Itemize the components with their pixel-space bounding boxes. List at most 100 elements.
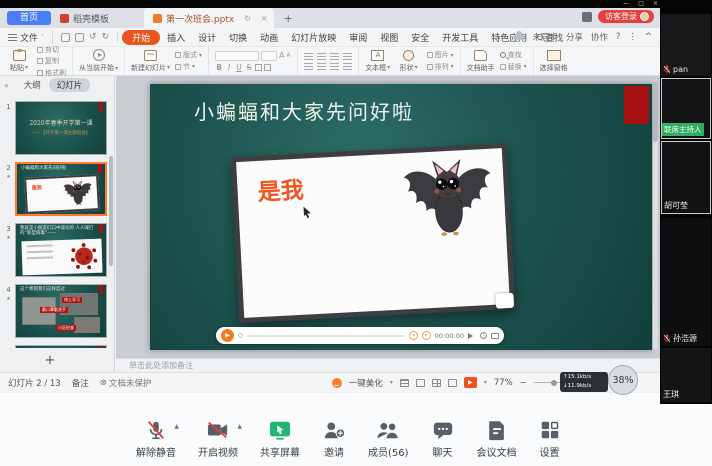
tab-close-icon[interactable]: × — [261, 14, 268, 23]
underline-button[interactable]: U — [235, 63, 243, 72]
video-tile-cohost[interactable]: 联席主持人 — [661, 78, 711, 139]
normal-view-icon[interactable] — [400, 379, 409, 387]
editor-scrollbar[interactable] — [653, 82, 658, 350]
strikethrough-button[interactable]: S — [245, 63, 253, 72]
notes-bar[interactable]: 单击此处添加备注 — [116, 358, 660, 372]
align-center-icon[interactable] — [317, 63, 326, 70]
replace-button[interactable]: 替换▾ — [500, 62, 527, 72]
tab-home[interactable]: 开始 — [122, 30, 160, 45]
tab-animation[interactable]: 动画 — [254, 30, 284, 45]
video-tile-sunhaoyuan[interactable]: 孙浩源 — [661, 218, 711, 346]
chat-button[interactable]: 聊天 — [431, 419, 455, 466]
beautify-button[interactable]: 一键美化 — [349, 377, 383, 389]
font-decrease-button[interactable]: A — [287, 52, 291, 59]
settings-button[interactable]: 设置 — [539, 419, 561, 466]
align-right-icon[interactable] — [330, 63, 339, 70]
slides-tab[interactable]: 幻灯片 — [49, 78, 91, 92]
layout-button[interactable]: 版式▾ — [175, 50, 202, 60]
arrange-button[interactable]: 排列▾ — [427, 62, 454, 72]
align-left-icon[interactable] — [304, 63, 313, 70]
bold-button[interactable]: B — [215, 63, 223, 72]
undo-icon[interactable]: ↺ — [89, 32, 97, 42]
outline-tab[interactable]: 大纲 — [24, 79, 41, 91]
doc-assistant-button[interactable]: 文档助手 — [467, 50, 495, 73]
wps-home-button[interactable]: 首页 — [7, 11, 51, 25]
sync-status[interactable]: 未同步 — [532, 31, 558, 43]
share-button[interactable]: 分享 — [566, 31, 583, 43]
media-player-bar[interactable]: ▶ ◂ ▸ 00:00:00 — [216, 327, 504, 344]
more-button[interactable]: ⋮ — [628, 32, 637, 42]
new-slide-button[interactable]: 新建幻灯片▾ — [131, 50, 170, 73]
copy-button[interactable]: 复制 — [37, 56, 66, 66]
guest-login-button[interactable]: 访客登录 — [598, 10, 654, 23]
video-tile-wangqi[interactable]: 王琪 — [661, 348, 711, 402]
slide-thumbnail-2[interactable]: 小蝙蝠和大家先问好啦 是我 — [15, 162, 107, 216]
line-spacing-icon[interactable] — [343, 63, 352, 70]
save-icon[interactable] — [61, 33, 70, 42]
video-tile-hukeying[interactable]: 胡可莹 — [661, 141, 711, 214]
fullscreen-icon[interactable] — [491, 333, 499, 339]
members-button[interactable]: 成员(56) — [368, 419, 409, 466]
progress-knob[interactable] — [238, 333, 243, 338]
notes-toggle[interactable]: 备注 — [72, 377, 89, 389]
slide-thumbnail-4[interactable]: 这个寒假我们这样度过 戴口罩勤洗手 线上学习 小区检查 — [15, 284, 107, 338]
tab-security[interactable]: 安全 — [405, 30, 435, 45]
slide-card[interactable]: 是我 — [231, 143, 515, 323]
collapse-panel-icon[interactable]: « — [4, 81, 9, 90]
file-menu[interactable]: 文件 ˅ — [8, 31, 53, 44]
apps-icon[interactable] — [582, 12, 592, 22]
slide-thumbnail-3[interactable]: 我就是小朋友们口中谈论的 人人喊打的“新型病毒”—— — [15, 223, 107, 277]
tab-transition[interactable]: 切换 — [223, 30, 253, 45]
italic-button[interactable]: I — [225, 63, 233, 72]
unmute-button[interactable]: ▲ 解除静音 — [136, 419, 176, 466]
print-icon[interactable] — [75, 33, 84, 42]
panel-scrollbar[interactable] — [109, 156, 113, 266]
close-window-button[interactable]: × — [653, 0, 658, 8]
collapse-ribbon-button[interactable]: ^ — [645, 32, 652, 42]
progress-bar[interactable] — [247, 335, 405, 337]
bullet-list-icon[interactable] — [304, 53, 313, 60]
grid-view-icon[interactable] — [432, 379, 441, 387]
maximize-button[interactable]: □ — [638, 0, 644, 8]
template-tab[interactable]: 稻壳模板 — [51, 8, 118, 28]
minimize-button[interactable]: — — [623, 0, 629, 8]
find-button[interactable]: 查找 — [500, 50, 527, 60]
highlight-icon[interactable] — [264, 64, 271, 71]
help-button[interactable]: ? — [616, 32, 621, 42]
selection-pane-button[interactable]: 选择窗格 — [540, 50, 568, 73]
cut-button[interactable]: 剪切 — [37, 45, 66, 55]
volume-icon[interactable] — [468, 333, 476, 339]
collab-button[interactable]: 协作 — [591, 31, 608, 43]
shape-button[interactable]: 形状▾ — [396, 50, 422, 73]
section-button[interactable]: 节▾ — [175, 62, 202, 72]
indent-icon[interactable] — [330, 53, 339, 60]
font-color-icon[interactable] — [255, 64, 262, 71]
skip-back-button[interactable]: ◂ — [409, 331, 418, 340]
font-increase-button[interactable]: A — [279, 51, 284, 60]
zoom-out-button[interactable]: − — [520, 378, 527, 388]
slide-view-icon[interactable] — [416, 379, 425, 387]
mic-options-caret[interactable]: ▲ — [174, 423, 179, 430]
font-size-input[interactable] — [261, 51, 277, 61]
outdent-icon[interactable] — [343, 53, 352, 60]
slide-canvas[interactable]: 小蝙蝠和大家先问好啦 是我 ▶ ◂ ▸ 00:00:00 — [150, 84, 652, 350]
picture-button[interactable]: 图片▾ — [427, 50, 454, 60]
play-from-current-button[interactable]: 从当前开始▾ — [79, 49, 118, 73]
video-options-caret[interactable]: ▲ — [237, 423, 242, 430]
slideshow-button[interactable]: ▶ — [464, 377, 477, 388]
skip-forward-button[interactable]: ▸ — [422, 331, 431, 340]
video-tile-pan[interactable]: pan — [661, 14, 711, 76]
doc-protect-status[interactable]: ⊗文档未保护 — [100, 377, 152, 389]
tab-review[interactable]: 审阅 — [343, 30, 373, 45]
slide-thumbnail-5[interactable]: 新型冠状病毒哪里来? — [15, 345, 107, 348]
slide-thumbnail-1[interactable]: 2020年春季开学第一课 ——【开学第一课主题班会】 — [15, 101, 107, 155]
tab-design[interactable]: 设计 — [192, 30, 222, 45]
tab-devtools[interactable]: 开发工具 — [436, 30, 484, 45]
tab-refresh-icon[interactable]: ↻ — [244, 14, 251, 23]
tab-insert[interactable]: 插入 — [161, 30, 191, 45]
meeting-docs-button[interactable]: 会议文档 — [477, 419, 517, 466]
share-screen-button[interactable]: 共享屏幕 — [260, 419, 300, 466]
textbox-button[interactable]: 文本框▾ — [365, 50, 391, 73]
start-video-button[interactable]: ▲ 开启视频 — [198, 419, 238, 466]
info-icon[interactable] — [480, 332, 487, 339]
